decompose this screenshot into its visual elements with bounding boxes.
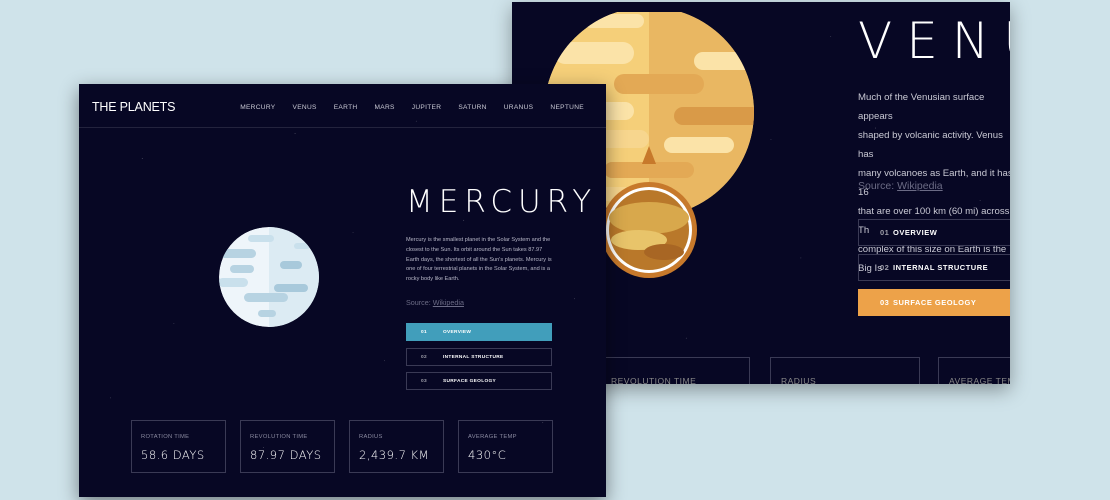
nav-earth[interactable]: EARTH bbox=[334, 104, 358, 111]
tab-label: SURFACE GEOLOGY bbox=[443, 378, 497, 384]
stat-label: RADIUS bbox=[781, 376, 817, 384]
source-label: Source: bbox=[858, 180, 895, 192]
tab-label: INTERNAL STRUCTURE bbox=[443, 354, 504, 360]
stat-label: AVERAGE TEM bbox=[949, 376, 1010, 384]
source-label: Source: bbox=[406, 298, 431, 307]
stat-label: REVOLUTION TIME bbox=[611, 376, 697, 384]
nav-uranus[interactable]: URANUS bbox=[504, 104, 534, 111]
tab-label: OVERVIEW bbox=[893, 228, 938, 237]
stat-label: AVERAGE TEMP bbox=[468, 434, 517, 440]
stat-value: 58.6 DAYS bbox=[141, 448, 205, 462]
header: THE PLANETS MERCURY VENUS EARTH MARS JUP… bbox=[79, 84, 606, 128]
stat-value: 2,439.7 KM bbox=[359, 448, 430, 462]
tab-overview[interactable]: 01 OVERVIEW bbox=[406, 323, 552, 341]
tab-number: 02 bbox=[421, 354, 427, 360]
nav-saturn[interactable]: SATURN bbox=[458, 104, 486, 111]
stat-value: 430°C bbox=[468, 448, 507, 462]
nav-neptune[interactable]: NEPTUNE bbox=[550, 104, 584, 111]
stat-label: REVOLUTION TIME bbox=[250, 434, 308, 440]
tab-surface-geology[interactable]: 03 SURFACE GEOLOGY bbox=[406, 372, 552, 390]
mercury-planet-image bbox=[219, 227, 319, 327]
stat-radius: RADIUS bbox=[770, 357, 920, 384]
stat-revolution-time: REVOLUTION TIME 87.97 DAYS bbox=[240, 420, 335, 473]
tab-label: SURFACE GEOLOGY bbox=[893, 298, 977, 307]
source-line: Source: Wikipedia bbox=[858, 180, 943, 192]
stat-radius: RADIUS 2,439.7 KM bbox=[349, 420, 444, 473]
tab-number: 03 bbox=[880, 298, 890, 307]
planet-nav: MERCURY VENUS EARTH MARS JUPITER SATURN … bbox=[240, 104, 584, 111]
nav-venus[interactable]: VENUS bbox=[293, 104, 317, 111]
stat-rotation-time: ROTATION TIME 58.6 DAYS bbox=[131, 420, 226, 473]
stat-revolution-time: REVOLUTION TIME bbox=[600, 357, 750, 384]
stat-label: ROTATION TIME bbox=[141, 434, 190, 440]
planet-description: Mercury is the smallest planet in the So… bbox=[406, 237, 552, 283]
mercury-screen: THE PLANETS MERCURY VENUS EARTH MARS JUP… bbox=[79, 84, 606, 497]
site-logo[interactable]: THE PLANETS bbox=[92, 100, 175, 115]
planet-title: MERCURY bbox=[406, 184, 598, 220]
nav-mercury[interactable]: MERCURY bbox=[240, 104, 275, 111]
source-line: Source: Wikipedia bbox=[406, 298, 464, 307]
tab-number: 01 bbox=[421, 329, 427, 335]
tab-number: 03 bbox=[421, 378, 427, 384]
stat-label: RADIUS bbox=[359, 434, 383, 440]
nav-mars[interactable]: MARS bbox=[374, 104, 394, 111]
tab-internal-structure[interactable]: 02 INTERNAL STRUCTURE bbox=[406, 348, 552, 366]
tab-internal-structure[interactable]: 02 INTERNAL STRUCTURE bbox=[858, 254, 1010, 281]
stat-average-temp: AVERAGE TEMP 430°C bbox=[458, 420, 553, 473]
source-link[interactable]: Wikipedia bbox=[897, 180, 943, 192]
tab-overview[interactable]: 01 OVERVIEW bbox=[858, 219, 1010, 246]
tab-label: OVERVIEW bbox=[443, 329, 472, 335]
planet-title: VENUS bbox=[858, 12, 1010, 70]
tab-label: INTERNAL STRUCTURE bbox=[893, 263, 989, 272]
tab-surface-geology[interactable]: 03 SURFACE GEOLOGY bbox=[858, 289, 1010, 316]
tab-number: 02 bbox=[880, 263, 890, 272]
nav-jupiter[interactable]: JUPITER bbox=[412, 104, 442, 111]
stat-average-temp: AVERAGE TEM bbox=[938, 357, 1010, 384]
tab-number: 01 bbox=[880, 228, 890, 237]
stat-value: 87.97 DAYS bbox=[250, 448, 322, 462]
source-link[interactable]: Wikipedia bbox=[433, 298, 464, 307]
